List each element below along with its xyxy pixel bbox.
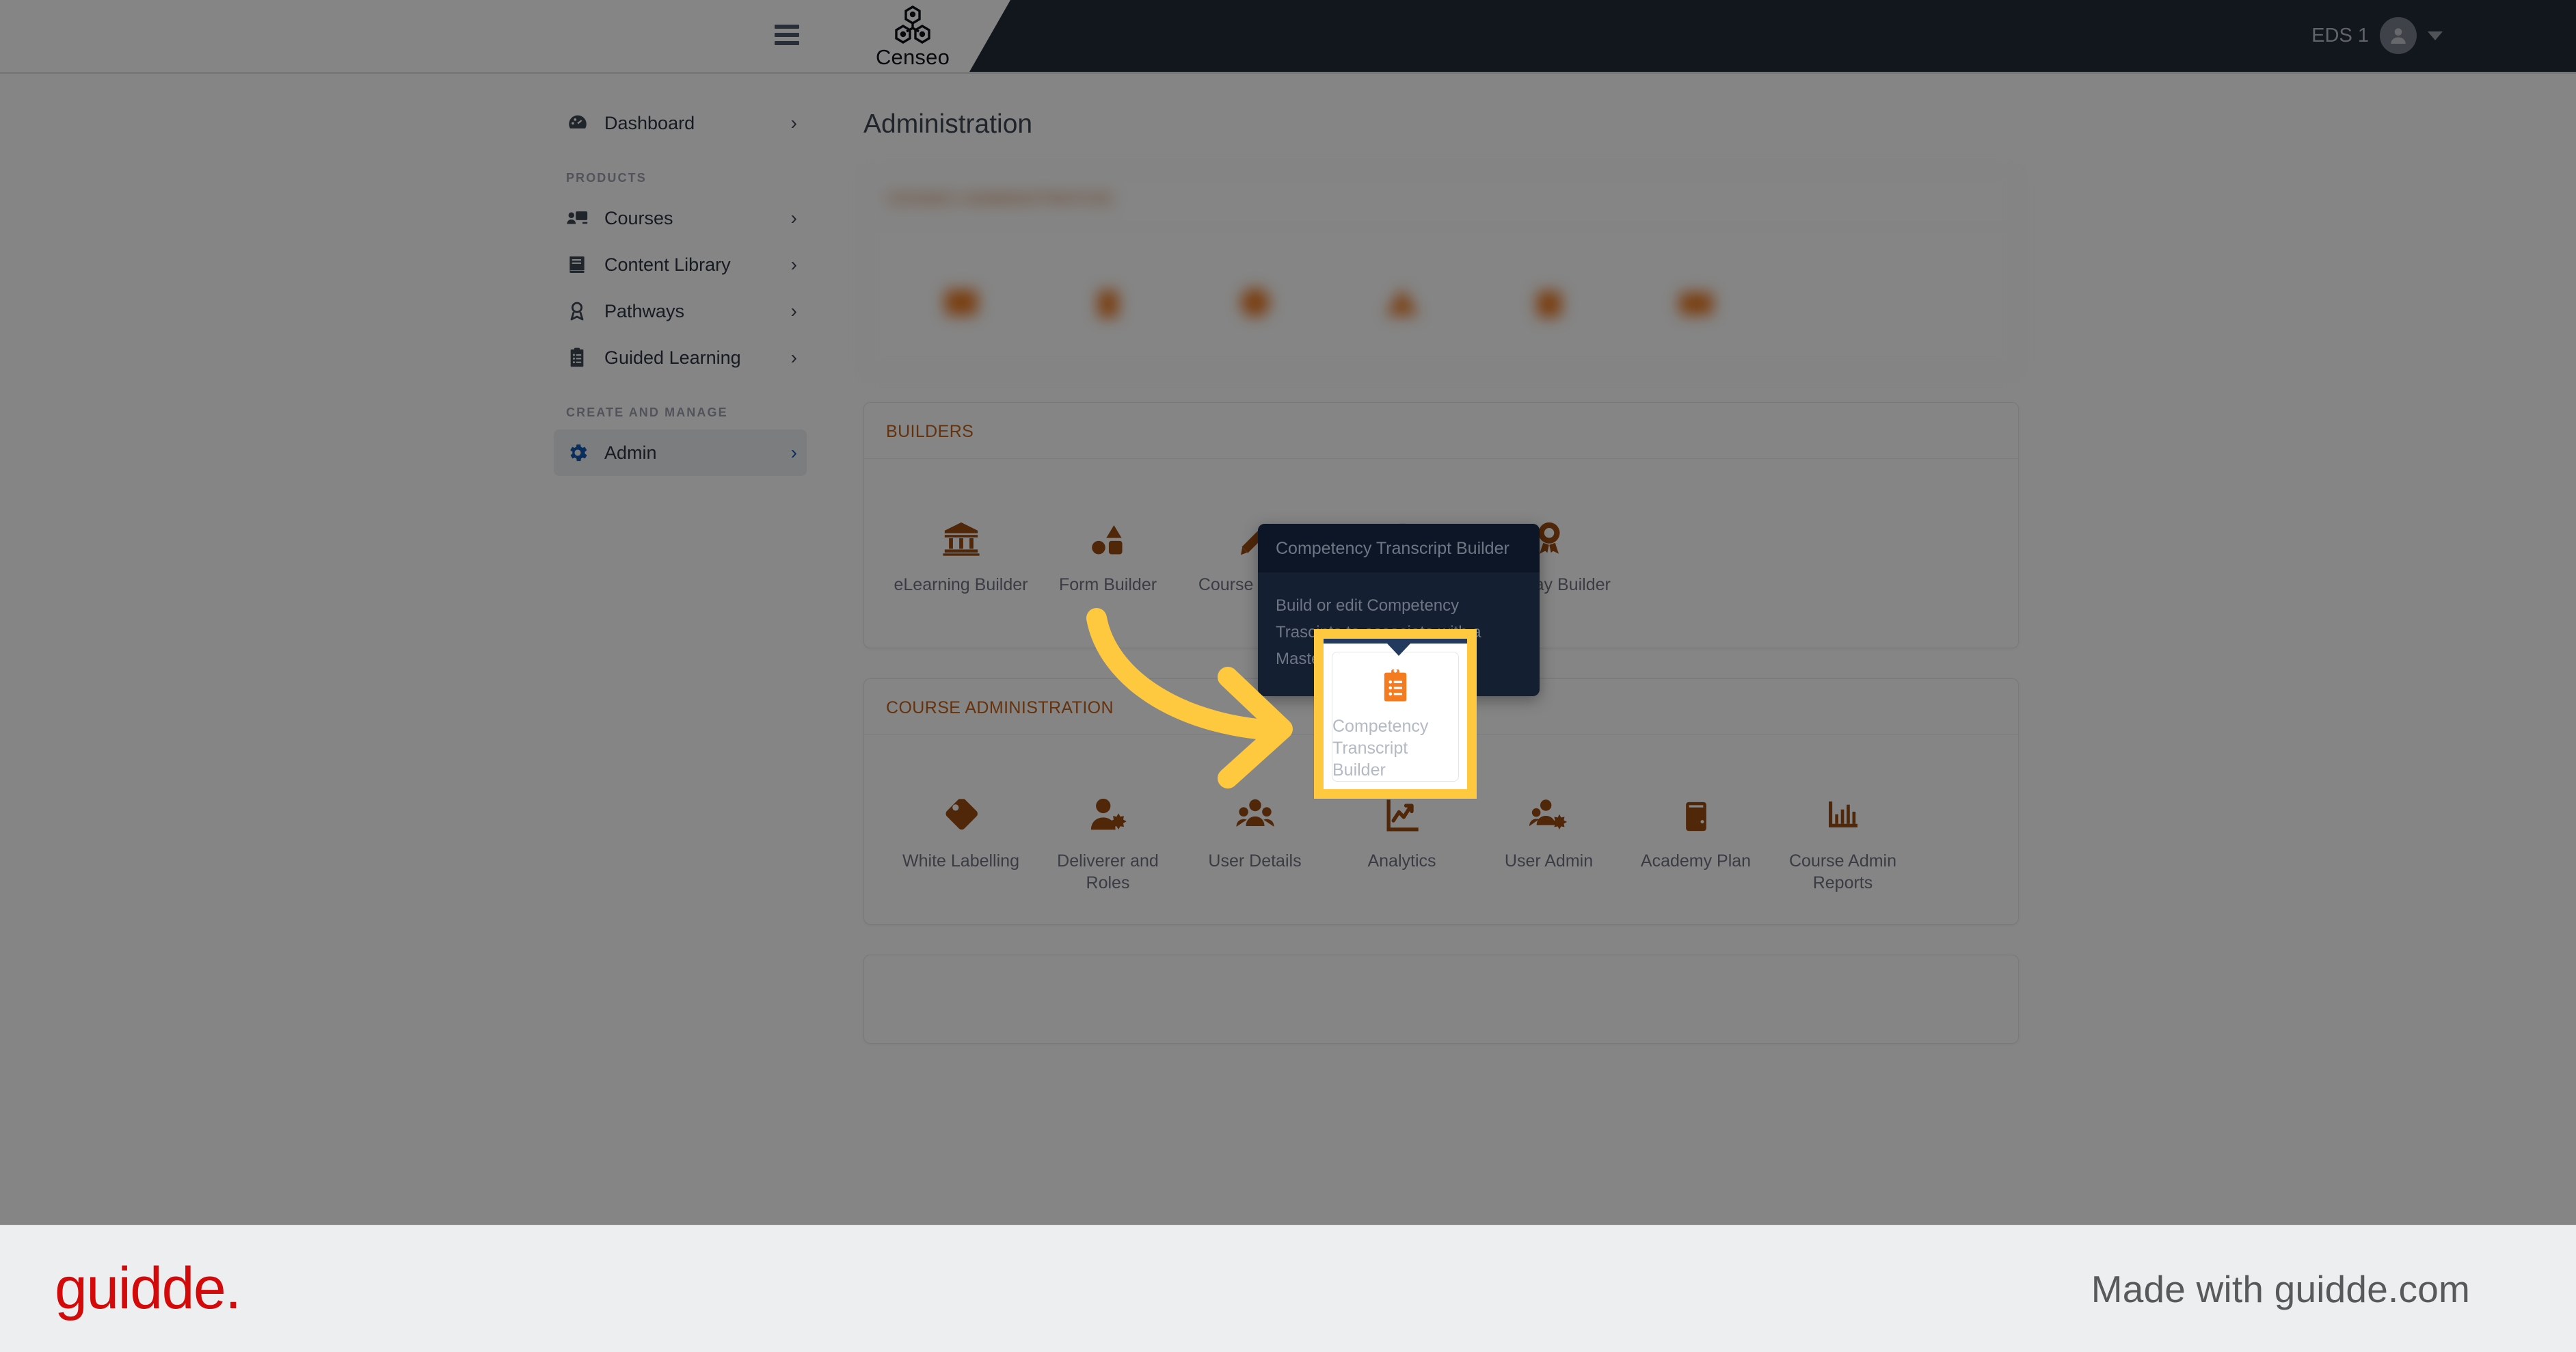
dashboard-gauge-icon [566,111,596,135]
user-name: EDS 1 [2311,24,2369,47]
screenshot-root: Censeo EDS 1 Dashboard › PRODUCTS Course… [0,0,2576,1352]
sidebar-item-guided-learning[interactable]: Guided Learning › [554,334,807,381]
tile-label: Academy Plan [1640,851,1752,871]
curved-arrow-icon [1086,608,1293,788]
hamburger-menu-icon[interactable] [775,25,799,45]
blurred-icon-4 [1380,269,1424,326]
courses-screen-icon [566,207,596,230]
sidebar-item-label: Content Library [604,254,731,275]
blurred-icon-5 [1528,269,1570,326]
card-header: CENSEO ADMINISTRATION [864,170,2018,226]
sidebar-item-content-library[interactable]: Content Library › [554,241,807,288]
tooltip-pointer-icon [1387,644,1410,656]
guided-learning-clipboard-icon [566,347,596,369]
clipboard-list-icon [1377,652,1414,704]
chevron-right-icon: › [790,300,797,321]
brand-logo[interactable]: Censeo [844,5,981,70]
blurred-icon-2 [1088,269,1129,326]
hamburger-line [775,41,799,45]
tile-label: Form Builder [1058,575,1157,594]
bar-chart-icon [1824,778,1862,835]
sidebar-item-label: Pathways [604,300,685,321]
sidebar-section-create-and-manage: CREATE AND MANAGE [566,406,728,419]
hamburger-line [775,33,799,37]
card-partial-next-section [863,955,2019,1044]
sidebar-item-label: Courses [604,207,673,228]
pathways-award-icon [566,300,596,322]
tile[interactable] [1475,269,1622,341]
chevron-down-icon [2428,31,2443,40]
sidebar-item-label: Guided Learning [604,347,741,368]
avatar [2380,17,2417,54]
sidebar-item-courses[interactable]: Courses › [554,195,807,241]
sidebar-item-pathways[interactable]: Pathways › [554,288,807,334]
top-bar: Censeo EDS 1 [0,0,2576,74]
chevron-right-icon: › [790,112,797,133]
tile-label: Analytics [1367,851,1436,871]
users-gear-icon [1529,778,1569,835]
tile[interactable] [1622,269,1769,341]
tile-label: Deliverer and Roles [1057,851,1159,892]
card-title: CENSEO ADMINISTRATION [886,189,1113,209]
chevron-right-icon: › [790,254,797,275]
sidebar-item-label: Admin [604,442,657,463]
sidebar: Dashboard › PRODUCTS Courses › Content L… [0,74,829,1225]
content-library-book-icon [566,254,596,276]
censeo-molecule-logo [895,5,930,44]
tile-label: User Admin [1504,851,1594,871]
guidde-footer: guidde. Made with guidde.com [0,1225,2576,1352]
sidebar-section-products: PRODUCTS [566,171,647,185]
brand-name: Censeo [875,45,950,69]
tile[interactable] [1328,269,1475,341]
user-avatar-icon [2391,28,2406,44]
hamburger-line [775,25,799,29]
tile-course-admin-reports[interactable]: Course Admin Reports [1769,778,1916,894]
chevron-right-icon: › [790,442,797,463]
tile-grid [864,226,2018,371]
admin-gear-icon [566,441,596,464]
bank-columns-icon [941,501,981,559]
guidde-logo: guidde. [55,1256,241,1321]
card-censeo-administration: CENSEO ADMINISTRATION [863,170,2019,372]
tile-label: eLearning Builder [894,575,1028,594]
tile-academy-plan[interactable]: Academy Plan [1622,778,1769,872]
book-icon [1678,778,1715,835]
tile[interactable] [1181,269,1328,341]
blurred-icon-6 [1674,269,1719,326]
shapes-icon [1089,501,1127,559]
sidebar-item-dashboard[interactable]: Dashboard › [554,100,807,146]
tile[interactable] [887,269,1034,341]
chevron-right-icon: › [790,347,797,368]
page-title: Administration [863,109,1033,139]
tag-icon [941,778,981,835]
sidebar-item-label: Dashboard [604,112,695,133]
made-with-guidde-text: Made with guidde.com [2091,1267,2470,1310]
tile-elearning-builder[interactable]: eLearning Builder [887,501,1034,596]
tile-label: White Labelling [902,851,1019,871]
tile-form-builder[interactable]: Form Builder [1034,501,1181,596]
tile-white-labelling[interactable]: White Labelling [887,778,1034,872]
tile-label: User Details [1208,851,1302,871]
user-menu[interactable]: EDS 1 [2311,17,2443,54]
blurred-icon-1 [939,269,983,326]
card-title: BUILDERS [886,422,974,441]
blurred-icon-3 [1233,269,1277,326]
tile[interactable] [1034,269,1181,341]
tile-label: Course Admin Reports [1788,851,1897,892]
tooltip-title: Competency Transcript Builder [1258,524,1540,572]
sidebar-item-admin[interactable]: Admin › [554,429,807,476]
tile-user-admin[interactable]: User Admin [1475,778,1622,872]
card-header: BUILDERS [864,403,2018,459]
chevron-right-icon: › [790,207,797,228]
